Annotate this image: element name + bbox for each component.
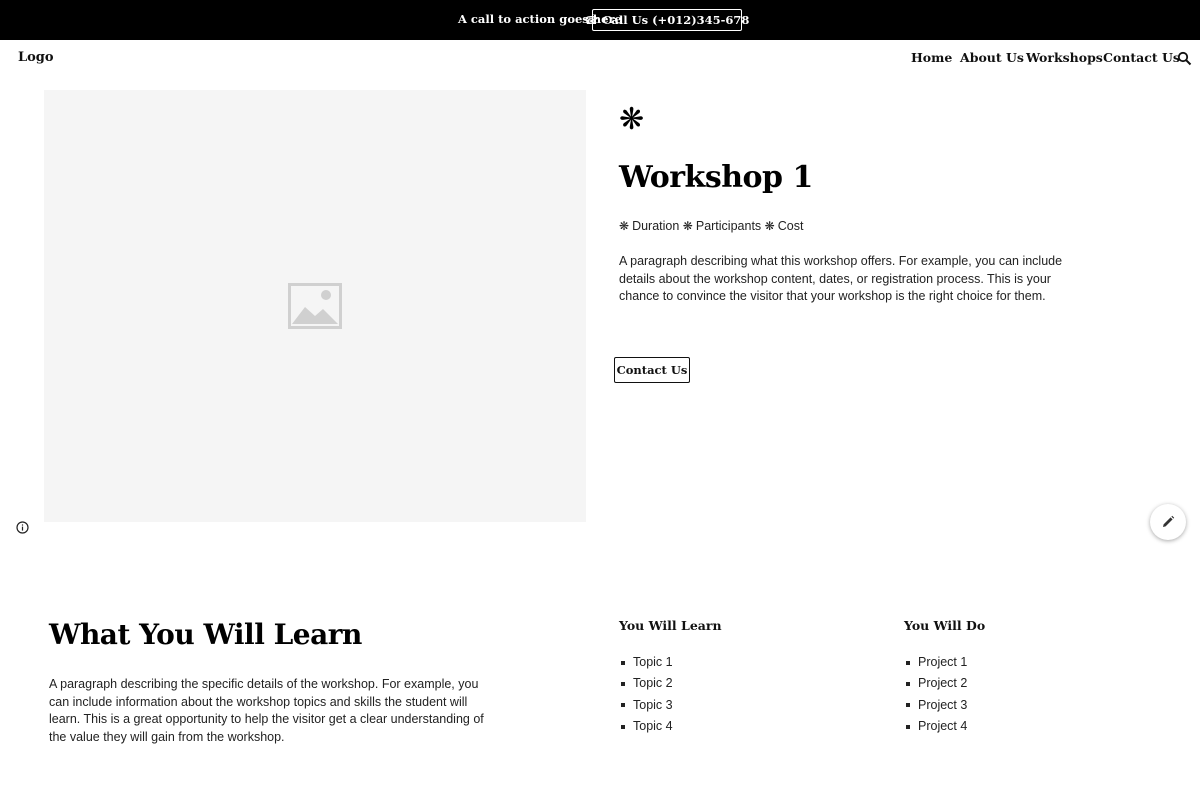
list-item: Project 4 <box>906 716 967 737</box>
bullet-icon <box>621 703 625 708</box>
bullet-icon <box>906 681 910 686</box>
projects-list: Project 1 Project 2 Project 3 Project 4 <box>906 652 967 737</box>
list-item: Project 1 <box>906 652 967 673</box>
list-item: Topic 3 <box>621 695 673 716</box>
list-item: Topic 4 <box>621 716 673 737</box>
bullet-icon <box>621 681 625 686</box>
workshop-title: Workshop 1 <box>619 160 813 195</box>
phone-icon: ☎ <box>584 13 599 27</box>
contact-us-button[interactable]: Contact Us <box>614 357 690 383</box>
meta-bullet-icon: ❋ <box>619 219 630 233</box>
meta-duration: Duration <box>632 219 680 233</box>
announcement-bar: A call to action goes here ☎ Call Us (+0… <box>0 0 1200 40</box>
list-item: Project 3 <box>906 695 967 716</box>
bullet-icon <box>906 724 910 729</box>
workshop-image-placeholder <box>44 90 586 522</box>
topics-list: Topic 1 Topic 2 Topic 3 Topic 4 <box>621 652 673 737</box>
you-will-learn-heading: You Will Learn <box>619 618 722 633</box>
workshop-description: A paragraph describing what this worksho… <box>619 254 1063 303</box>
info-icon[interactable] <box>16 521 29 534</box>
nav-workshops[interactable]: Workshops <box>1026 50 1103 65</box>
bullet-icon <box>906 660 910 665</box>
bullet-icon <box>621 660 625 665</box>
image-placeholder-icon <box>288 283 342 329</box>
pencil-icon <box>1163 515 1175 527</box>
meta-cost: Cost <box>777 219 804 233</box>
learn-section-description: A paragraph describing the specific deta… <box>49 677 484 744</box>
search-icon[interactable] <box>1176 50 1194 68</box>
nav-contact-us[interactable]: Contact Us <box>1103 50 1180 65</box>
call-us-button[interactable]: ☎ Call Us (+012)345-678 <box>585 9 749 31</box>
bullet-icon <box>621 724 625 729</box>
meta-bullet-icon: ❋ <box>764 219 775 233</box>
meta-participants: Participants <box>695 219 762 233</box>
list-item: Topic 2 <box>621 673 673 694</box>
learn-section-title: What You Will Learn <box>49 618 362 651</box>
site-logo[interactable]: Logo <box>18 50 54 65</box>
decorative-asterisk-icon: ❋ <box>619 102 645 137</box>
list-item: Project 2 <box>906 673 967 694</box>
list-item: Topic 1 <box>621 652 673 673</box>
nav-about-us[interactable]: About Us <box>960 50 1024 65</box>
call-us-label: Call Us (+012)345-678 <box>602 13 750 27</box>
workshop-meta: ❋ Duration ❋ Participants ❋ Cost <box>619 219 803 233</box>
edit-button[interactable] <box>1150 504 1186 540</box>
you-will-do-heading: You Will Do <box>904 618 986 633</box>
nav-home[interactable]: Home <box>911 50 952 65</box>
meta-bullet-icon: ❋ <box>682 219 693 233</box>
bullet-icon <box>906 703 910 708</box>
